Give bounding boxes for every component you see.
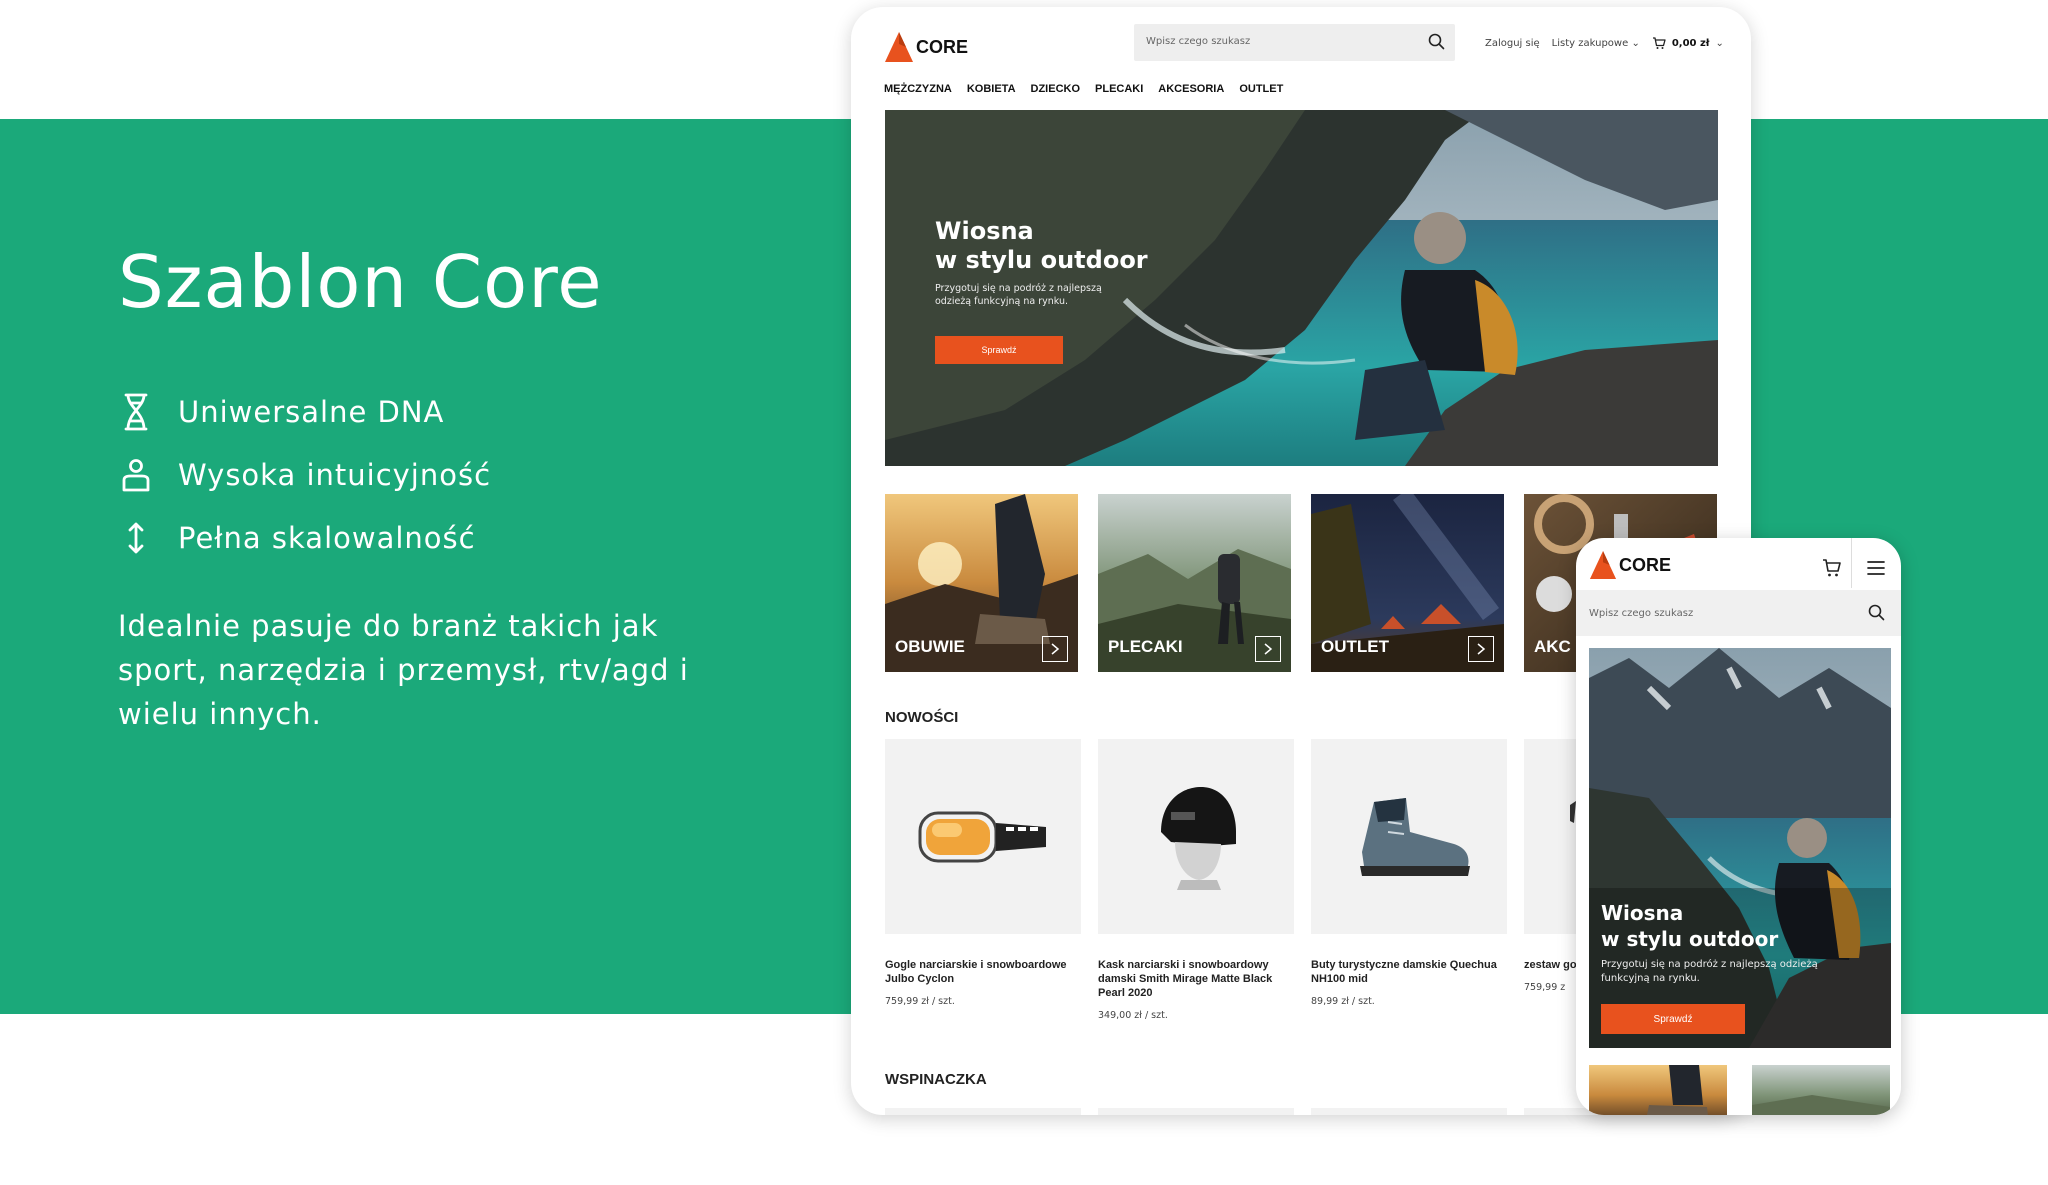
search-input[interactable]: Wpisz czego szukasz bbox=[1134, 24, 1455, 61]
category-label: PLECAKI bbox=[1108, 637, 1183, 656]
cart-button[interactable]: 0,00 zł ⌄ bbox=[1652, 37, 1724, 50]
product-name[interactable]: Gogle narciarskie i snowboardowe Julbo C… bbox=[885, 958, 1081, 986]
hero-cta-button[interactable]: Sprawdź bbox=[935, 336, 1063, 364]
feature-item: Pełna skalowalność bbox=[118, 506, 491, 569]
logo[interactable]: CORE bbox=[1589, 550, 1671, 580]
hero-banner: Wiosna w stylu outdoor Przygotuj się na … bbox=[1589, 648, 1891, 1048]
logo-text: CORE bbox=[916, 36, 969, 57]
feature-label: Pełna skalowalność bbox=[178, 520, 476, 555]
chevron-down-icon: ⌄ bbox=[1631, 38, 1640, 49]
feature-list: Uniwersalne DNA Wysoka intuicyjność Pełn… bbox=[118, 380, 491, 569]
hero-title-line2: w stylu outdoor bbox=[1601, 927, 1779, 951]
product-image[interactable] bbox=[1311, 739, 1507, 934]
search-input[interactable]: Wpisz czego szukasz bbox=[1576, 590, 1901, 636]
product-price: 349,00 zł / szt. bbox=[1098, 1010, 1168, 1021]
chevron-right-icon[interactable] bbox=[1042, 636, 1068, 662]
cart-icon bbox=[1652, 37, 1666, 49]
feature-item: Uniwersalne DNA bbox=[118, 380, 491, 443]
description: Idealnie pasuje do branż takich jak spor… bbox=[118, 609, 689, 731]
section-title-new: NOWOŚCI bbox=[885, 709, 959, 726]
feature-item: Wysoka intuicyjność bbox=[118, 443, 491, 506]
product-card[interactable]: Buty turystyczne damskie Quechua NH100 m… bbox=[1311, 739, 1507, 1021]
product-name[interactable]: Buty turystyczne damskie Quechua NH100 m… bbox=[1311, 958, 1507, 986]
main-nav: MĘŻCZYZNA KOBIETA DZIECKO PLECAKI AKCESO… bbox=[884, 83, 1283, 95]
product-card[interactable]: Gogle narciarskie i snowboardowe Julbo C… bbox=[885, 739, 1081, 1021]
goggles-image bbox=[918, 811, 1046, 862]
hero-banner: Wiosna w stylu outdoor Przygotuj się na … bbox=[885, 110, 1718, 466]
logo[interactable]: CORE bbox=[884, 31, 968, 63]
helmet-image bbox=[1161, 786, 1236, 890]
mobile-mockup: CORE Wpisz czego szukasz Wiosna w stylu … bbox=[1576, 538, 1901, 1115]
hero-title: Wiosna w stylu outdoor bbox=[935, 217, 1195, 275]
nav-item-backpacks[interactable]: PLECAKI bbox=[1095, 83, 1143, 95]
hero-title-line2: w stylu outdoor bbox=[935, 246, 1148, 274]
nav-item-accessories[interactable]: AKCESORIA bbox=[1158, 83, 1224, 95]
search-icon[interactable] bbox=[1868, 604, 1885, 625]
product-price: 759,99 zł / szt. bbox=[885, 996, 955, 1007]
logo-mark-icon bbox=[885, 32, 913, 62]
search-icon[interactable] bbox=[1428, 33, 1445, 54]
category-tile-backpacks[interactable]: PLECAKI bbox=[1098, 494, 1291, 672]
vertical-arrows-icon bbox=[118, 518, 154, 558]
product-name[interactable]: Kask narciarski i snowboardowy damski Sm… bbox=[1098, 958, 1294, 1000]
product-card[interactable]: Kask narciarski i snowboardowy damski Sm… bbox=[1098, 739, 1294, 1021]
cart-icon[interactable] bbox=[1812, 550, 1852, 586]
chevron-right-icon[interactable] bbox=[1468, 636, 1494, 662]
nav-item-kids[interactable]: DZIECKO bbox=[1031, 83, 1081, 95]
headline: Szablon Core bbox=[118, 240, 603, 324]
product-card-placeholder bbox=[1311, 1108, 1507, 1115]
nav-item-men[interactable]: MĘŻCZYZNA bbox=[884, 83, 952, 95]
hero-title-line1: Wiosna bbox=[1601, 901, 1684, 925]
section-title-climbing: WSPINACZKA bbox=[885, 1071, 987, 1088]
nav-item-outlet[interactable]: OUTLET bbox=[1239, 83, 1283, 95]
category-photo bbox=[1752, 1065, 1890, 1115]
hero-cta-button[interactable]: Sprawdź bbox=[1601, 1004, 1745, 1034]
hero-title-line1: Wiosna bbox=[935, 217, 1034, 245]
hero-photo bbox=[1589, 648, 1891, 1048]
dna-icon bbox=[118, 392, 154, 432]
logo-text: CORE bbox=[1619, 554, 1672, 575]
shopping-lists-label: Listy zakupowe bbox=[1551, 38, 1629, 49]
feature-label: Wysoka intuicyjność bbox=[178, 457, 492, 492]
boot-image bbox=[1360, 797, 1470, 876]
chevron-down-icon: ⌄ bbox=[1715, 38, 1724, 49]
category-tile[interactable] bbox=[1752, 1065, 1890, 1115]
cart-total: 0,00 zł bbox=[1671, 38, 1710, 49]
hero-subtitle: Przygotuj się na podróż z najlepszą odzi… bbox=[935, 283, 1102, 307]
chevron-right-icon[interactable] bbox=[1255, 636, 1281, 662]
shopping-lists-dropdown[interactable]: Listy zakupowe ⌄ bbox=[1552, 38, 1640, 49]
category-tiles bbox=[1589, 1065, 1890, 1115]
login-link[interactable]: Zaloguj się bbox=[1485, 38, 1540, 49]
category-photo bbox=[1589, 1065, 1727, 1115]
product-image[interactable] bbox=[1098, 739, 1294, 934]
category-tile-shoes[interactable]: OBUWIE bbox=[885, 494, 1078, 672]
category-tile[interactable] bbox=[1589, 1065, 1727, 1115]
product-image[interactable] bbox=[885, 739, 1081, 934]
user-intuitive-icon bbox=[118, 455, 154, 495]
user-menu: Zaloguj się Listy zakupowe ⌄ 0,00 zł ⌄ bbox=[1485, 37, 1724, 50]
search-placeholder: Wpisz czego szukasz bbox=[1589, 608, 1694, 619]
search-placeholder: Wpisz czego szukasz bbox=[1146, 36, 1251, 47]
category-tile-outlet[interactable]: OUTLET bbox=[1311, 494, 1504, 672]
product-card-placeholder bbox=[885, 1108, 1081, 1115]
header-divider bbox=[1851, 538, 1852, 588]
category-label: OBUWIE bbox=[895, 637, 965, 656]
product-card-placeholder bbox=[1098, 1108, 1294, 1115]
hero-title: Wiosna w stylu outdoor bbox=[1601, 900, 1861, 952]
nav-item-women[interactable]: KOBIETA bbox=[967, 83, 1016, 95]
feature-label: Uniwersalne DNA bbox=[178, 394, 445, 429]
hamburger-menu-icon[interactable] bbox=[1856, 550, 1896, 586]
product-price: 89,99 zł / szt. bbox=[1311, 996, 1375, 1007]
category-label: OUTLET bbox=[1321, 637, 1389, 656]
logo-mark-icon bbox=[1589, 551, 1617, 579]
hero-subtitle: Przygotuj się na podróż z najlepszą odzi… bbox=[1601, 959, 1818, 984]
category-label: AKC bbox=[1534, 637, 1571, 656]
